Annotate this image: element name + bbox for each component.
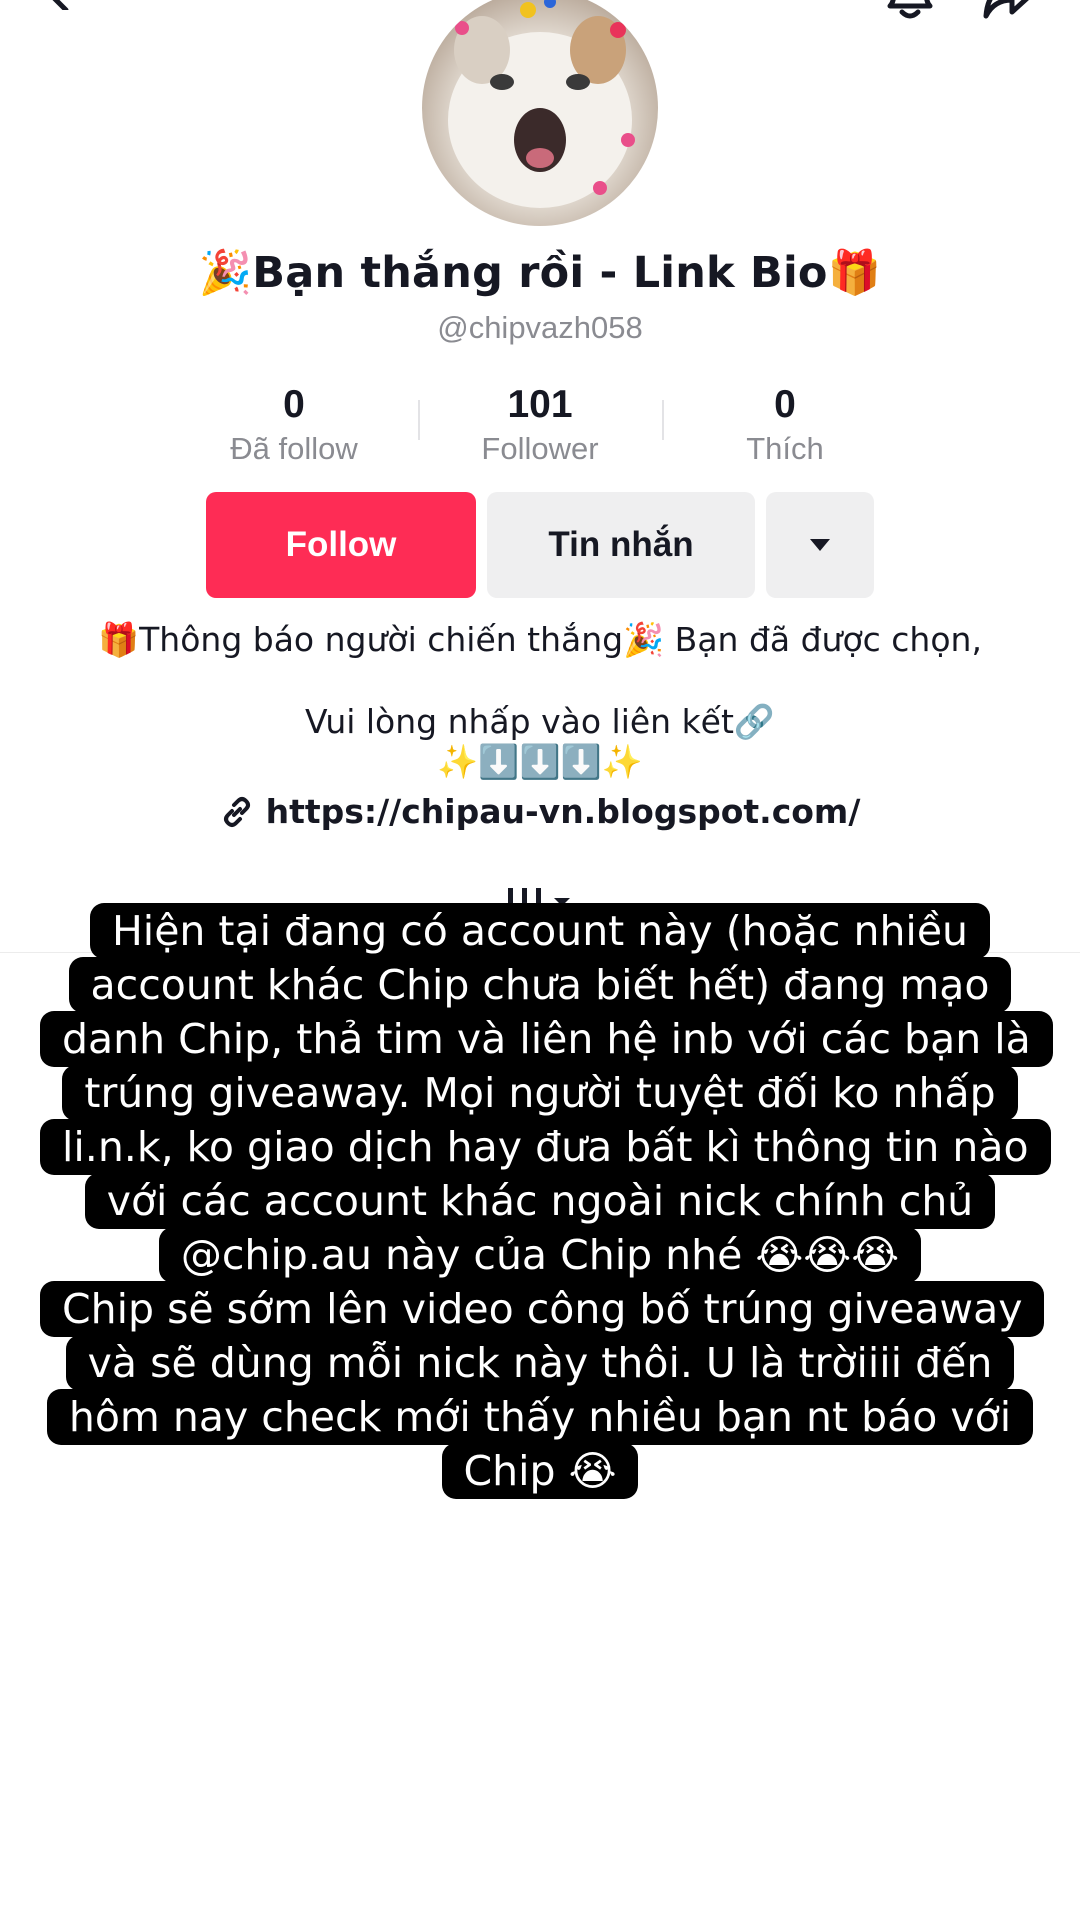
stat-likes-label: Thích: [746, 431, 824, 466]
cat-avatar-image: [448, 0, 635, 208]
stat-following-label: Đã follow: [230, 431, 358, 466]
caption-paragraph: Hiện tại đang có account này (hoặc nhiều…: [40, 903, 1053, 1283]
avatar[interactable]: [422, 0, 658, 226]
stat-divider: [662, 400, 664, 440]
stat-following-value: 0: [283, 383, 305, 426]
chevron-left-icon[interactable]: [38, 0, 78, 10]
stat-likes-value: 0: [774, 383, 796, 426]
stat-followers-label: Follower: [481, 431, 599, 466]
link-icon: [223, 796, 250, 827]
display-name: 🎉Bạn thắng rồi - Link Bio🎁: [198, 248, 882, 298]
more-options-button[interactable]: [766, 492, 874, 598]
stat-followers[interactable]: 101 Follower: [420, 382, 660, 468]
bell-icon[interactable]: [880, 0, 940, 22]
stat-likes[interactable]: 0 Thích: [665, 382, 905, 468]
message-button[interactable]: Tin nhắn: [487, 492, 755, 598]
overlay-caption: Hiện tại đang có account này (hoặc nhiều…: [40, 903, 1053, 1499]
username: @chipvazh058: [437, 310, 643, 345]
stat-following[interactable]: 0 Đã follow: [174, 382, 414, 468]
message-button-label: Tin nhắn: [548, 525, 694, 564]
bio-line: ✨⬇️⬇️⬇️✨: [437, 742, 643, 781]
stat-followers-value: 101: [507, 383, 573, 426]
bio-line: 🎁Thông báo người chiến thắng🎉 Bạn đã đượ…: [98, 620, 982, 659]
share-icon[interactable]: [980, 0, 1040, 22]
caret-down-icon: [810, 539, 830, 551]
bio-link-text: https://chipau-vn.blogspot.com/: [265, 792, 861, 831]
bio-link[interactable]: https://chipau-vn.blogspot.com/: [0, 792, 1080, 831]
follow-button-label: Follow: [285, 525, 397, 564]
follow-button[interactable]: Follow: [206, 492, 476, 598]
caption-paragraph: Chip sẽ sớm lên video công bố trúng give…: [40, 1281, 1045, 1499]
bio-line: Vui lòng nhấp vào liên kết🔗: [304, 702, 776, 741]
